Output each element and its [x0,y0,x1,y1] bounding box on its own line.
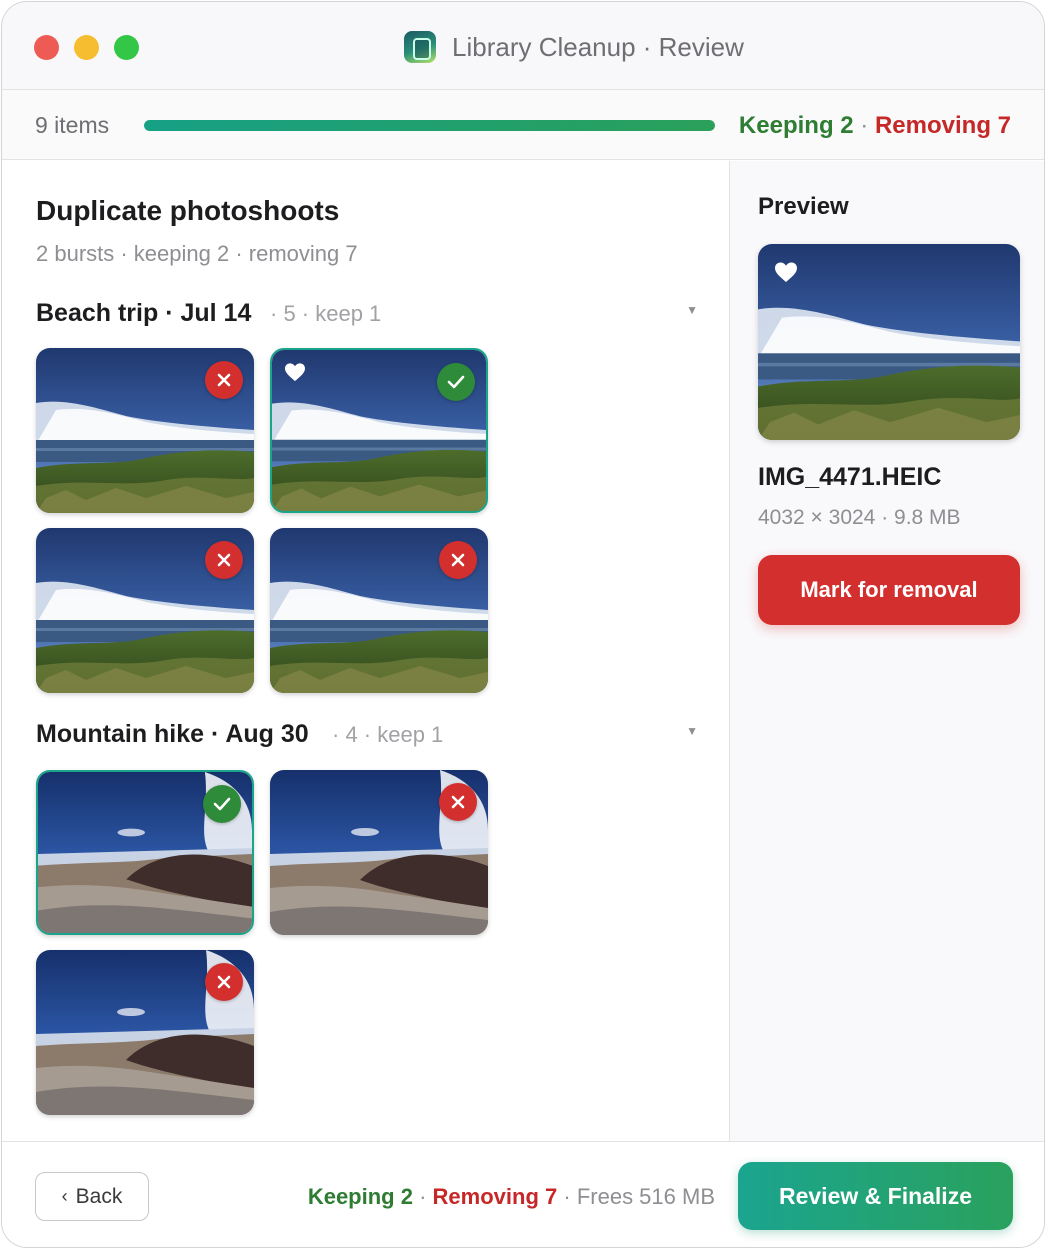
items-count: 9 items [35,112,110,138]
group-title: Mountain hike · Aug 30 [36,720,309,748]
preview-label: Preview [758,193,849,220]
file-meta: 4032 × 3024 · 9.8 MB [758,506,961,529]
window-title: Library Cleanup · Review [404,30,744,64]
chevron-left-icon: ‹ [61,1186,68,1206]
footer-removing: Removing 7 [432,1184,558,1209]
title-bar: Library Cleanup · Review [2,2,1044,90]
section-subtitle: 2 bursts · keeping 2 · removing 7 [36,241,358,266]
photo-thumbnail[interactable] [270,528,488,693]
review-finalize-button[interactable]: Review & Finalize [738,1162,1013,1230]
app-icon [404,31,436,63]
preview-panel: Preview IMG_4471.HEIC 4032 × 3024 · 9.8 … [730,161,1044,1141]
section-title: Duplicate photoshoots [36,195,340,226]
app-window: Library Cleanup · Review 9 items Keeping… [1,1,1045,1248]
back-button[interactable]: ‹ Back [35,1172,149,1221]
photo-thumbnail[interactable] [36,348,254,513]
duplicates-list: Duplicate photoshoots 2 bursts · keeping… [2,161,729,1141]
heart-icon [774,261,798,283]
footer-separator: · [419,1184,427,1209]
photo-thumbnail[interactable] [270,770,488,935]
keeping-count: Keeping 2 [738,112,854,139]
back-button-label: Back [75,1184,123,1208]
heart-icon [284,362,306,382]
footer-summary: Keeping 2 · Removing 7 · Frees 516 MB [308,1184,715,1210]
file-name: IMG_4471.HEIC [758,463,942,491]
photo-thumbnail[interactable] [36,950,254,1115]
x-icon[interactable] [439,541,477,579]
group-header-mountain[interactable]: Mountain hike · Aug 30 · 4 · keep 1 ▼ [36,720,698,752]
caret-down-icon[interactable]: ▼ [686,724,698,738]
x-icon[interactable] [205,541,243,579]
x-icon[interactable] [205,963,243,1001]
photo-thumbnail[interactable] [270,348,488,513]
summary-separator: · [860,112,869,139]
x-icon[interactable] [205,361,243,399]
caret-down-icon[interactable]: ▼ [686,303,698,317]
photo-thumbnail[interactable] [36,528,254,693]
group-header-beach[interactable]: Beach trip · Jul 14 · 5 · keep 1 ▼ [36,299,698,331]
checkmark-icon[interactable] [203,785,241,823]
footer-bar: ‹ Back Keeping 2 · Removing 7 · Frees 51… [2,1141,1044,1247]
progress-bar [144,120,715,131]
zoom-window-button[interactable] [114,35,139,60]
group-meta: · 5 · keep 1 [270,301,382,326]
group-title: Beach trip · Jul 14 [36,299,252,327]
close-window-button[interactable] [34,35,59,60]
group-meta: · 4 · keep 1 [332,722,444,747]
preview-image[interactable] [758,244,1020,440]
minimize-window-button[interactable] [74,35,99,60]
x-icon[interactable] [439,783,477,821]
removing-count: Removing 7 [874,112,1011,139]
mark-for-removal-button[interactable]: Mark for removal [758,555,1020,625]
footer-frees: Frees 516 MB [576,1184,715,1209]
checkmark-icon[interactable] [437,363,475,401]
footer-separator: · [563,1184,571,1209]
progress-bar-fill [144,120,715,131]
photo-thumbnail[interactable] [36,770,254,935]
footer-keeping: Keeping 2 [307,1184,413,1209]
progress-strip: 9 items Keeping 2 · Removing 7 [2,90,1044,160]
selection-summary: Keeping 2 · Removing 7 [739,112,1011,140]
window-title-text: Library Cleanup · Review [452,31,744,62]
